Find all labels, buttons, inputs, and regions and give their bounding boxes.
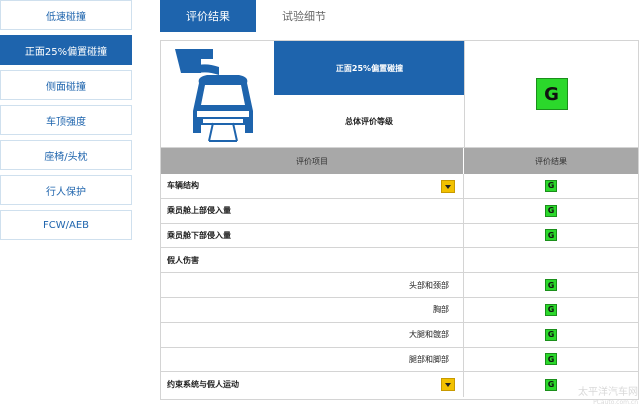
- sidebar: 低速碰撞 正面25%偏置碰撞 侧面碰撞 车顶强度 座椅/头枕 行人保护 FCW/…: [0, 0, 132, 245]
- car-illustration: [161, 41, 274, 147]
- row-label: 腿部和脚部: [409, 354, 449, 364]
- sidebar-item-pedestrian[interactable]: 行人保护: [0, 175, 132, 205]
- grade-badge: G: [545, 378, 557, 391]
- row-result: G: [464, 199, 638, 223]
- row-result: G: [464, 348, 638, 372]
- small-overlap-car-icon: [175, 49, 253, 142]
- header-item: 评价项目: [161, 148, 464, 174]
- row-item: 乘员舱上部侵入量: [161, 198, 464, 223]
- test-title: 正面25%偏置碰撞: [274, 41, 465, 95]
- tab-test-details[interactable]: 试验细节: [256, 0, 352, 32]
- watermark-title: 太平洋汽车网: [578, 387, 638, 398]
- results-table: 车辆结构 G 乘员舱上部侵入量 G 乘员舱下部侵入量 G 假人伤害 头部和颈部 …: [161, 174, 638, 398]
- grade-badge: G: [545, 204, 557, 217]
- row-result: G: [464, 224, 638, 248]
- row-label: 胸部: [433, 305, 449, 315]
- row-label: 约束系统与假人运动: [167, 380, 239, 390]
- sidebar-item-small-overlap[interactable]: 正面25%偏置碰撞: [0, 35, 132, 65]
- row-label: 假人伤害: [167, 255, 199, 265]
- grade-badge: G: [545, 229, 557, 242]
- table-row: 车辆结构 G: [161, 174, 638, 199]
- sidebar-item-low-speed[interactable]: 低速碰撞: [0, 0, 132, 30]
- table-row: 约束系统与假人运动 G: [161, 372, 638, 398]
- watermark-url: PCauto.com.cn: [593, 399, 638, 406]
- row-result: [464, 248, 638, 272]
- row-label: 车辆结构: [167, 181, 199, 191]
- row-item: 假人伤害: [161, 248, 464, 273]
- results-panel: 正面25%偏置碰撞 总体评价等级 G 评价项目 评价结果 车辆结构 G 乘员舱上…: [160, 40, 639, 400]
- row-label: 乘员舱上部侵入量: [167, 206, 231, 216]
- row-result: G: [464, 273, 638, 297]
- row-label: 大腿和髋部: [409, 330, 449, 340]
- sidebar-item-side-impact[interactable]: 侧面碰撞: [0, 70, 132, 100]
- row-label: 头部和颈部: [409, 280, 449, 290]
- table-row: 乘员舱上部侵入量 G: [161, 198, 638, 224]
- overall-grade-badge: G: [535, 78, 568, 110]
- row-result: G: [464, 323, 638, 347]
- row-label: 乘员舱下部侵入量: [167, 230, 231, 240]
- table-header: 评价项目 评价结果: [161, 148, 638, 174]
- table-row: 假人伤害: [161, 248, 638, 274]
- watermark: 太平洋汽车网 PCauto.com.cn: [578, 388, 638, 408]
- overall-rating-label: 总体评价等级: [274, 95, 465, 147]
- sidebar-item-fcw-aeb[interactable]: FCW/AEB: [0, 210, 132, 240]
- row-item: 车辆结构: [161, 174, 464, 198]
- row-item: 乘员舱下部侵入量: [161, 223, 464, 248]
- sidebar-item-roof-strength[interactable]: 车顶强度: [0, 105, 132, 135]
- grade-badge: G: [545, 328, 557, 341]
- row-item: 约束系统与假人运动: [161, 372, 464, 398]
- table-row: 腿部和脚部 G: [161, 347, 638, 373]
- sidebar-item-seat-headrest[interactable]: 座椅/头枕: [0, 140, 132, 170]
- tab-results[interactable]: 评价结果: [160, 0, 256, 32]
- grade-badge: G: [545, 353, 557, 366]
- tab-bar: 评价结果 试验细节: [160, 0, 640, 32]
- grade-badge: G: [545, 179, 557, 192]
- overall-grade-cell: G: [465, 41, 638, 147]
- row-item: 胸部: [161, 297, 464, 322]
- row-result: G: [464, 174, 638, 198]
- row-item: 头部和颈部: [161, 273, 464, 297]
- table-row: 胸部 G: [161, 297, 638, 323]
- grade-badge: G: [545, 279, 557, 292]
- table-row: 乘员舱下部侵入量 G: [161, 223, 638, 249]
- expand-arrow-icon[interactable]: [441, 180, 455, 193]
- row-item: 大腿和髋部: [161, 322, 464, 347]
- page: 低速碰撞 正面25%偏置碰撞 侧面碰撞 车顶强度 座椅/头枕 行人保护 FCW/…: [0, 0, 640, 410]
- row-item: 腿部和脚部: [161, 347, 464, 372]
- table-row: 大腿和髋部 G: [161, 322, 638, 348]
- table-row: 头部和颈部 G: [161, 273, 638, 298]
- grade-badge: G: [545, 303, 557, 316]
- row-result: G: [464, 298, 638, 322]
- expand-arrow-icon[interactable]: [441, 378, 455, 392]
- summary-row: 正面25%偏置碰撞 总体评价等级 G: [161, 41, 638, 148]
- header-result: 评价结果: [535, 156, 567, 166]
